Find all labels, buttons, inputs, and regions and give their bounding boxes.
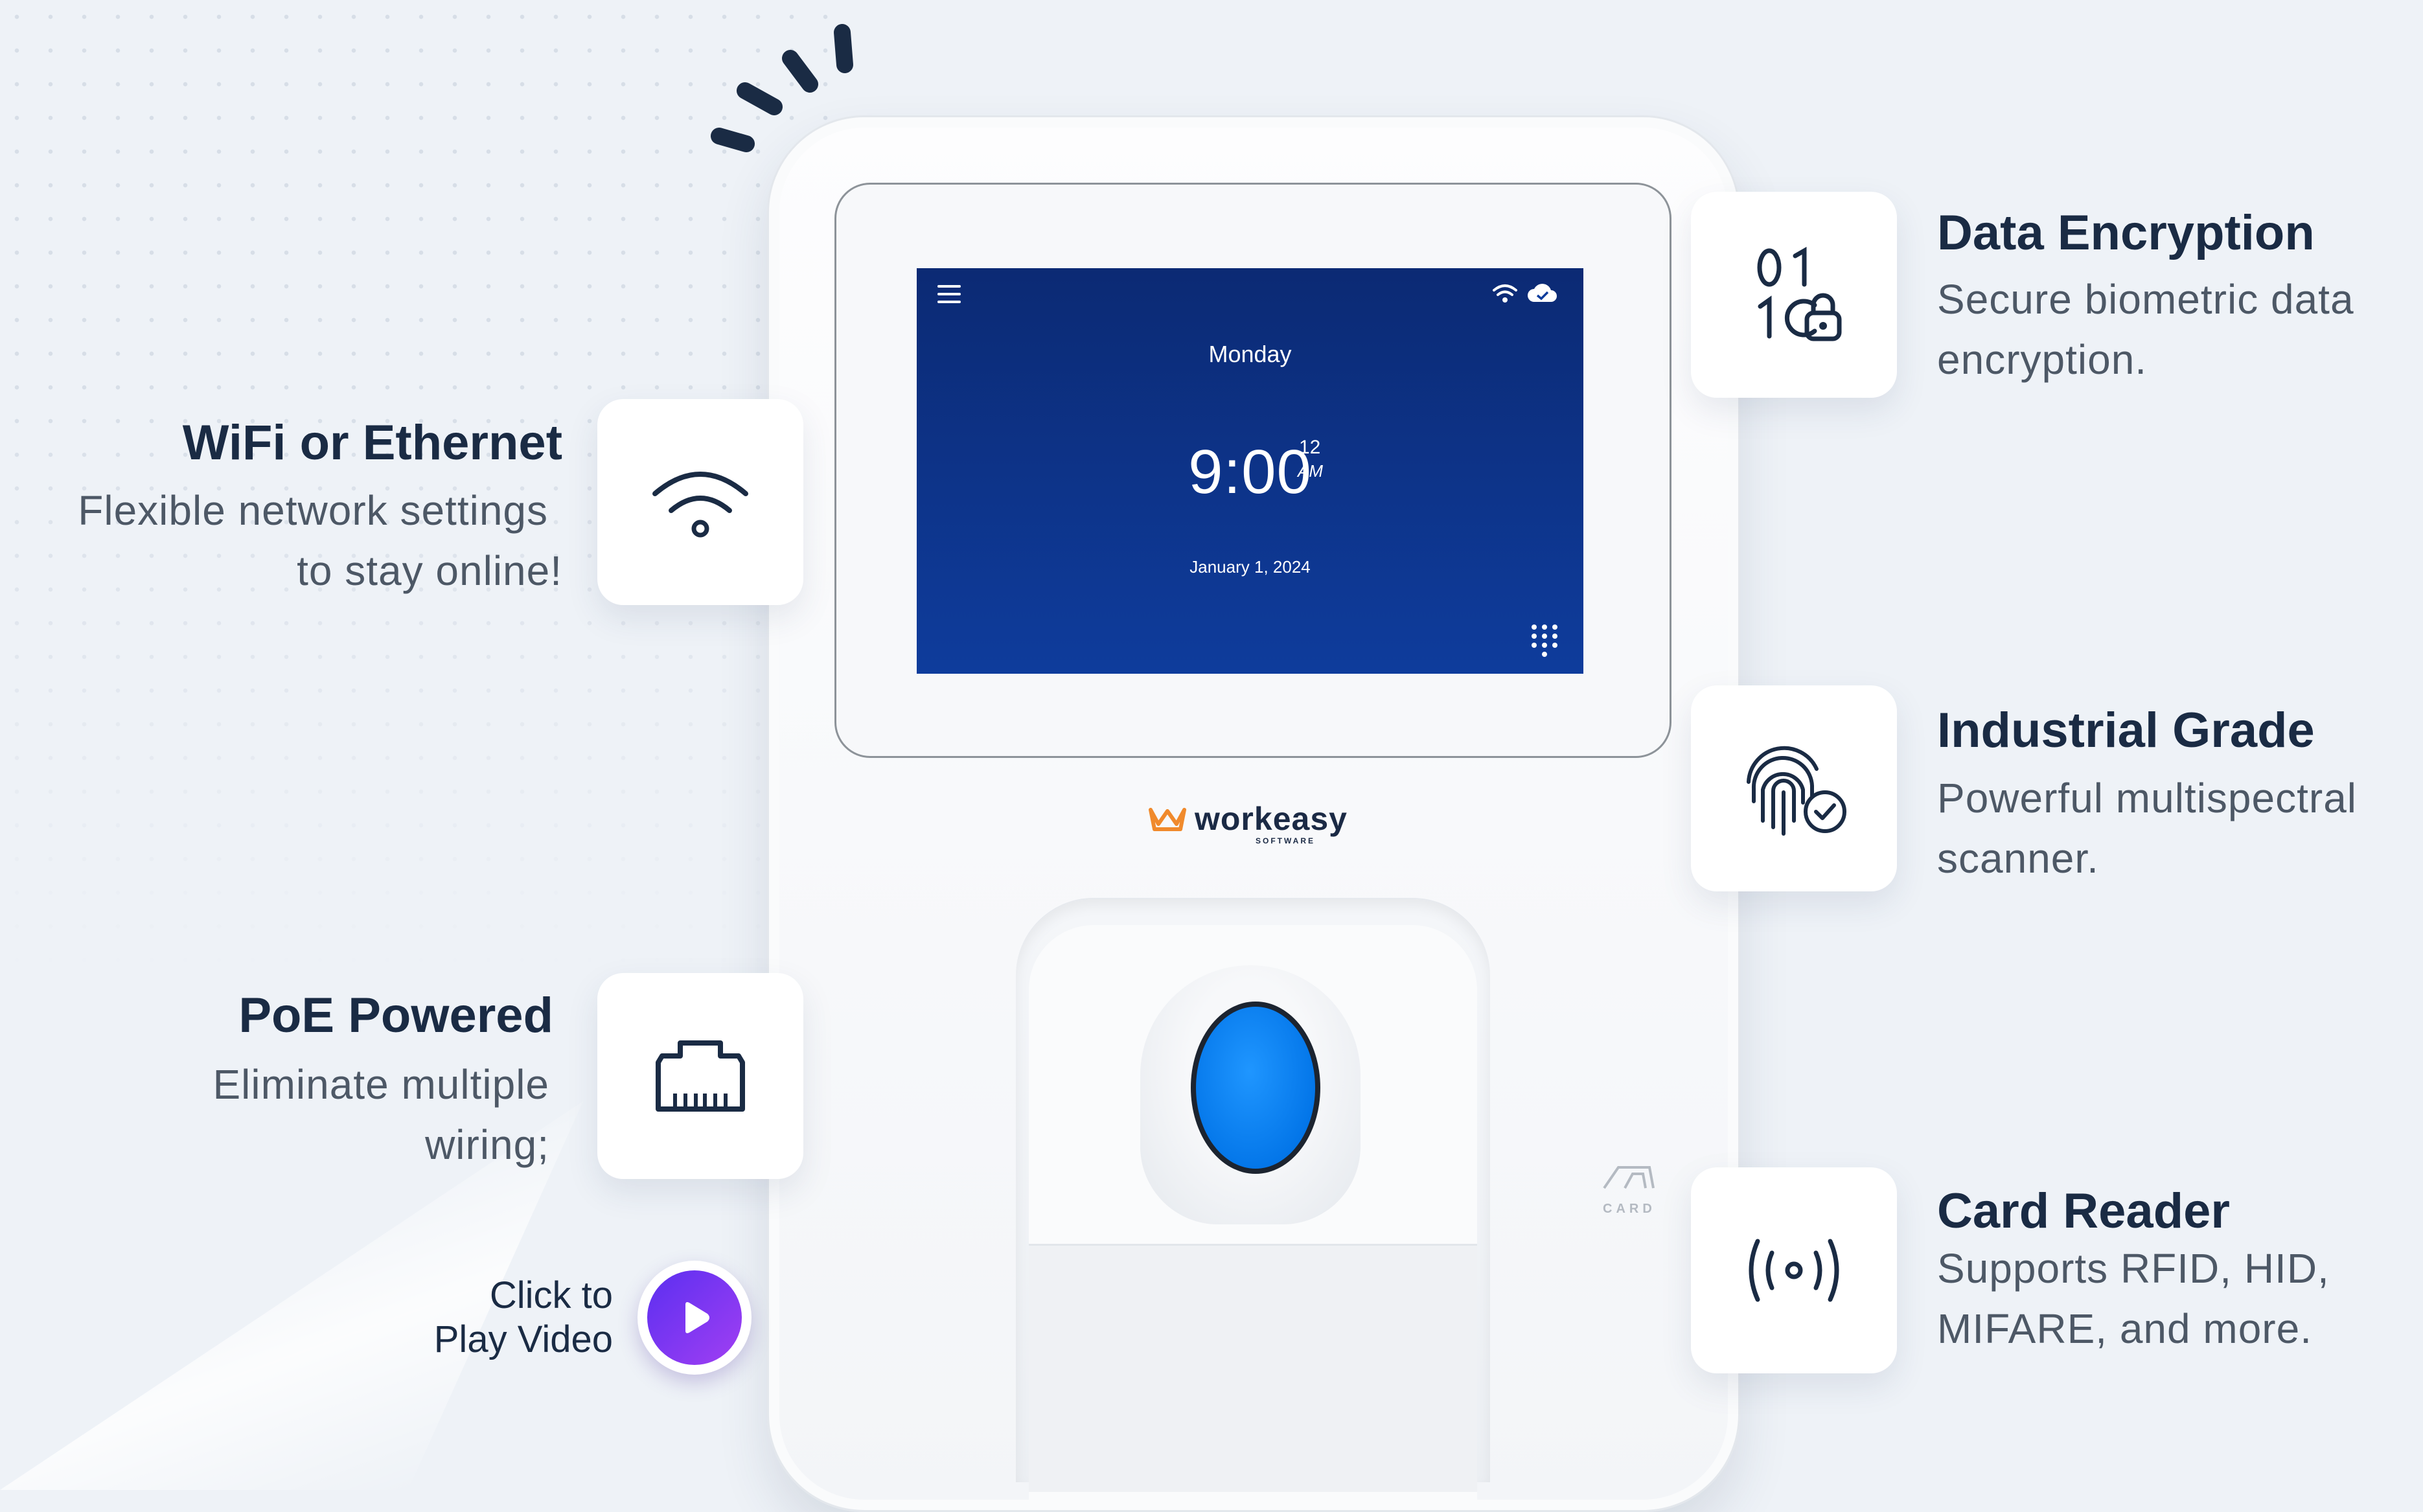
play-video-label-line1: Click to [489, 1274, 613, 1316]
brand-name: workeasy [1195, 801, 1348, 837]
time-seconds: 12 [1299, 437, 1321, 458]
brand-subtitle: SOFTWARE [1256, 836, 1315, 845]
time-ampm: AM [1298, 461, 1323, 481]
play-video-label-line2: Play Video [433, 1318, 613, 1360]
encryption-feature-card [1691, 192, 1897, 398]
play-video-label[interactable]: Click to Play Video [363, 1274, 613, 1362]
poe-feature-desc-line2: wiring; [425, 1121, 549, 1168]
wifi-icon [652, 472, 748, 538]
industrial-feature-title: Industrial Grade [1937, 703, 2315, 758]
scanner-base [1029, 1244, 1477, 1492]
industrial-feature-desc-line1: Powerful multispectral [1937, 775, 2357, 821]
wifi-feature-title: WiFi or Ethernet [182, 415, 562, 470]
ethernet-port-icon [656, 1040, 745, 1112]
keypad-icon[interactable] [1530, 623, 1559, 657]
poe-feature-card [597, 973, 803, 1179]
fingerprint-check-icon [1747, 746, 1846, 836]
cloud-check-icon [1528, 284, 1557, 302]
poe-feature-desc-line1: Eliminate multiple [212, 1061, 549, 1108]
card-reader-feature-card [1691, 1167, 1897, 1373]
binary-lock-icon [1757, 246, 1842, 341]
workeasy-logo: workeasy SOFTWARE [1148, 800, 1348, 845]
screen-day: Monday [1208, 341, 1292, 367]
wifi-feature-desc-line2: to stay online! [297, 547, 562, 594]
card-reader-feature-desc-line1: Supports RFID, HID, [1937, 1245, 2330, 1292]
card-label: CARD [1603, 1202, 1656, 1216]
poe-feature-title: PoE Powered [238, 988, 553, 1043]
screen-time: 9:00 12 AM [917, 437, 1583, 508]
play-icon [685, 1302, 709, 1333]
card-reader-feature-desc-line2: MIFARE, and more. [1937, 1305, 2312, 1352]
wifi-feature-card [597, 399, 803, 605]
play-button-circle[interactable] [647, 1270, 742, 1365]
encryption-feature-desc-line1: Secure biometric data [1937, 276, 2354, 323]
card-reader-mark: CARD [1599, 1163, 1657, 1217]
encryption-feature-title: Data Encryption [1937, 205, 2315, 260]
play-video-button[interactable] [637, 1261, 752, 1375]
wifi-icon [1492, 284, 1517, 303]
card-reader-feature-title: Card Reader [1937, 1184, 2230, 1239]
fingerprint-sensor[interactable] [1191, 1002, 1320, 1174]
crown-logo-icon [1149, 808, 1186, 831]
encryption-feature-desc-line2: encryption. [1937, 336, 2148, 383]
device-screen[interactable]: Monday 9:00 12 AM January 1, 2024 [917, 268, 1583, 674]
card-tap-icon [1603, 1166, 1655, 1189]
time-hours-minutes: 9:00 [1188, 437, 1312, 507]
industrial-feature-desc-line2: scanner. [1937, 835, 2099, 882]
industrial-feature-card [1691, 685, 1897, 891]
wifi-feature-desc-line1: Flexible network settings [78, 487, 548, 534]
rfid-signal-icon [1749, 1239, 1839, 1302]
screen-date: January 1, 2024 [1189, 557, 1311, 577]
menu-icon[interactable] [937, 285, 961, 303]
status-bar-icons [1491, 282, 1559, 303]
